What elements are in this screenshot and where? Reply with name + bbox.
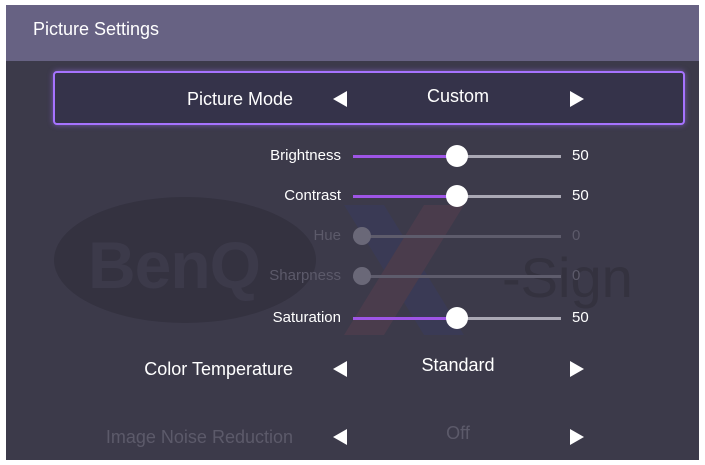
contrast-slider[interactable] xyxy=(353,185,561,207)
image-noise-reduction-value: Off xyxy=(446,423,470,443)
contrast-slider-fill xyxy=(353,195,457,198)
sharpness-slider-knob xyxy=(353,267,371,285)
picture-mode-next-arrow-icon[interactable] xyxy=(570,91,584,107)
picture-mode-prev-arrow-icon[interactable] xyxy=(333,91,347,107)
noise-reduction-next-arrow-icon[interactable] xyxy=(570,429,584,445)
picture-mode-value: Custom xyxy=(426,86,489,106)
hue-label: Hue xyxy=(313,227,341,244)
picture-mode-label: Picture Mode xyxy=(186,89,293,109)
brightness-value: 50 xyxy=(572,147,589,164)
sharpness-value: 0 xyxy=(572,267,581,284)
color-temperature-prev-arrow-icon[interactable] xyxy=(333,361,347,377)
sharpness-label: Sharpness xyxy=(269,267,341,284)
saturation-label: Saturation xyxy=(272,309,341,326)
color-temperature-value: Standard xyxy=(421,355,495,375)
contrast-slider-knob[interactable] xyxy=(446,185,468,207)
brightness-label: Brightness xyxy=(270,147,341,164)
picture-settings-screen: Picture Settings BenQ -Sign Picture Mode… xyxy=(6,5,699,460)
hue-slider-knob xyxy=(353,227,371,245)
brightness-slider[interactable] xyxy=(353,145,561,167)
page-title: Picture Settings xyxy=(33,19,160,39)
contrast-value: 50 xyxy=(572,187,589,204)
saturation-slider-knob[interactable] xyxy=(446,307,468,329)
saturation-value: 50 xyxy=(572,309,589,326)
saturation-slider[interactable] xyxy=(353,307,561,329)
hue-slider xyxy=(353,227,561,245)
header-bar: Picture Settings xyxy=(6,5,699,61)
brightness-slider-knob[interactable] xyxy=(446,145,468,167)
color-temperature-label: Color Temperature xyxy=(144,359,293,379)
contrast-label: Contrast xyxy=(284,187,341,204)
hue-value: 0 xyxy=(572,227,581,244)
sharpness-slider xyxy=(353,267,561,285)
color-temperature-next-arrow-icon[interactable] xyxy=(570,361,584,377)
saturation-slider-fill xyxy=(353,317,457,320)
image-noise-reduction-label: Image Noise Reduction xyxy=(105,427,293,447)
brightness-slider-fill xyxy=(353,155,457,158)
noise-reduction-prev-arrow-icon[interactable] xyxy=(333,429,347,445)
